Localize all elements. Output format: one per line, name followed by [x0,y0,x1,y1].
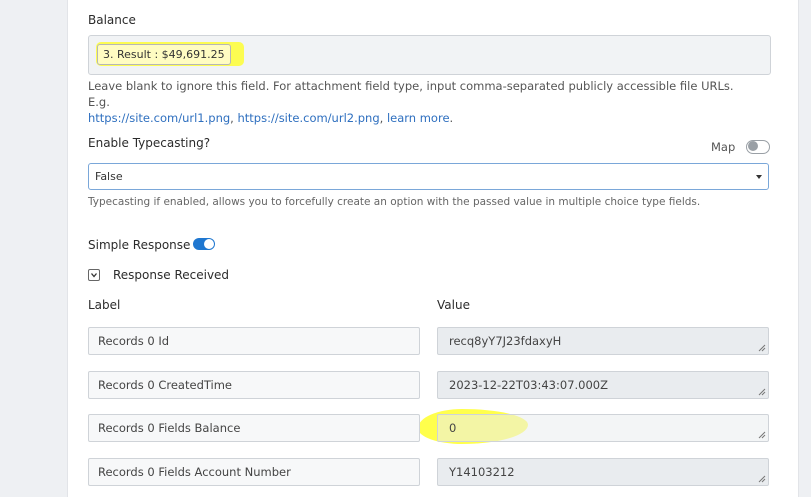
typecasting-selected-value: False [95,170,123,183]
typecasting-label: Enable Typecasting? [88,136,211,150]
value-column-header: Value [437,298,470,312]
chevron-down-icon [756,175,762,179]
response-label-field[interactable]: Records 0 Fields Balance [88,414,420,442]
label-column-header: Label [88,298,121,312]
response-value-text: Y14103212 [449,465,515,479]
resize-handle-icon[interactable] [758,475,766,483]
resize-handle-icon[interactable] [758,431,766,439]
example-link-2[interactable]: https://site.com/url2.png [237,111,379,125]
typecasting-help-text: Typecasting if enabled, allows you to fo… [88,196,701,208]
map-toggle[interactable] [746,140,770,154]
resize-handle-icon[interactable] [758,388,766,396]
learn-more-link[interactable]: learn more [387,111,450,125]
response-value-field[interactable]: 2023-12-22T03:43:07.000Z [437,371,769,399]
simple-response-toggle[interactable] [193,238,215,250]
response-label-field[interactable]: Records 0 CreatedTime [88,371,420,399]
map-label: Map [711,140,736,154]
response-value-field[interactable]: recq8yY7J23fdaxyH [437,327,769,355]
chevron-down-icon [91,273,97,278]
balance-help-text: Leave blank to ignore this field. For at… [88,78,758,126]
example-link-1[interactable]: https://site.com/url1.png [88,111,230,125]
response-value-text: 0 [449,421,457,435]
period: . [449,111,454,125]
help-text: Leave blank to ignore this field. For at… [88,79,734,109]
response-received-label: Response Received [113,268,230,282]
typecasting-select[interactable]: False [88,163,769,190]
separator: , [379,111,387,125]
response-received-collapse-button[interactable] [88,269,100,281]
response-value-field[interactable]: 0 [437,414,769,442]
response-label-field[interactable]: Records 0 Fields Account Number [88,458,420,486]
simple-response-label: Simple Response [88,238,191,252]
response-value-text: 2023-12-22T03:43:07.000Z [449,378,608,392]
response-value-field[interactable]: Y14103212 [437,458,769,486]
response-label-field[interactable]: Records 0 Id [88,327,420,355]
resize-handle-icon[interactable] [758,344,766,352]
response-value-text: recq8yY7J23fdaxyH [449,334,562,348]
balance-mapped-value-pill[interactable]: 3. Result : $49,691.25 [97,44,231,65]
balance-label: Balance [88,13,136,27]
